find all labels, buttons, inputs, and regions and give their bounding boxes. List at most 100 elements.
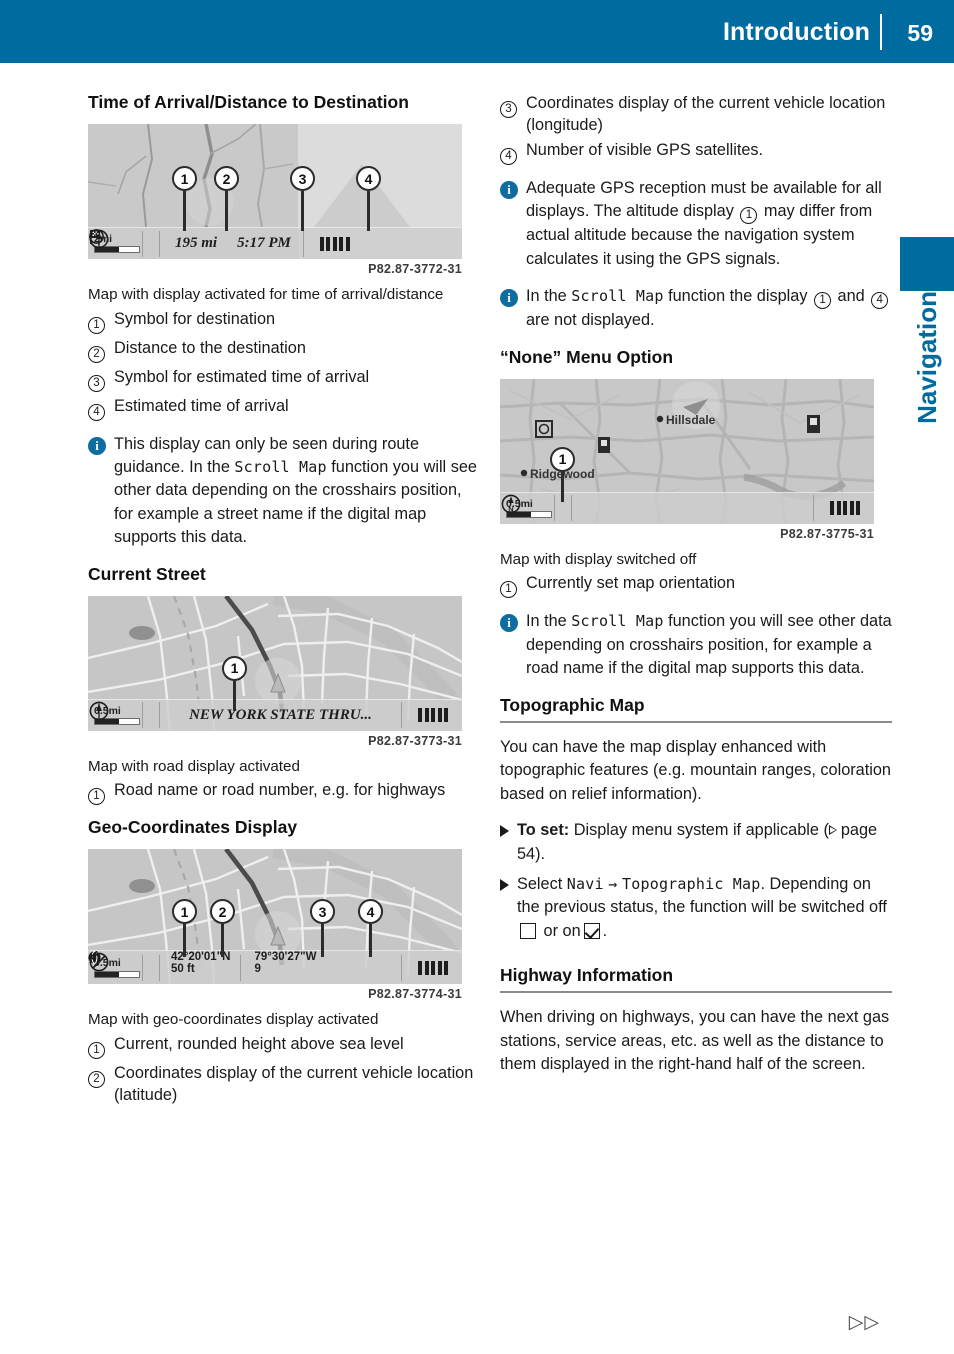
callout-number: 2 — [214, 166, 239, 191]
current-street-name: NEW YORK STATE THRU... — [189, 706, 372, 723]
action-select-topo: Select Navi → Topographic Map. Depending… — [500, 873, 892, 943]
note-scroll-map-hidden: i In the Scroll Map function the display… — [500, 285, 892, 332]
legend-number: 4 — [88, 403, 105, 421]
note-text: Adequate GPS reception must be available… — [526, 177, 892, 271]
mono-topographic-map: Topographic Map — [622, 874, 761, 893]
legend-text: Road name or road number, e.g. for highw… — [114, 781, 446, 800]
action-bold: To set: — [517, 821, 570, 840]
inline-circled-number: 4 — [871, 292, 889, 310]
callout-2: 2 — [214, 166, 239, 231]
body-topographic-map: You can have the map display enhanced wi… — [500, 737, 891, 803]
heading-none-menu-option: “None” Menu Option — [500, 346, 674, 367]
info-icon: i — [500, 614, 518, 633]
legend-geo-continued: 3 Coordinates display of the current vehi… — [500, 92, 892, 165]
right-column: 3 Coordinates display of the current vehi… — [500, 92, 892, 1090]
compass-disabled-icon — [89, 951, 157, 984]
caption-arrival: Map with display activated for time of a… — [88, 286, 444, 303]
action-text: To set: Display menu system if applicabl… — [517, 819, 892, 866]
map-place-hillsdale: Hillsdale — [666, 412, 716, 427]
status-divider — [302, 230, 304, 257]
caption-none: Map with display switched off — [500, 550, 697, 568]
map-image-geo: 0.5mi 42°20'01"N 50 ft 79°30'27"W 9 1 2 … — [88, 849, 462, 985]
legend-number: 3 — [500, 101, 517, 118]
legend-number: 2 — [88, 345, 105, 363]
figure-code-arrival: P82.87-3772-31 — [368, 262, 462, 276]
latitude-icons — [88, 951, 171, 984]
mono-scroll-map: Scroll Map — [571, 612, 664, 631]
legend-item: 1 Current, rounded height above sea level — [88, 1033, 480, 1059]
page-ref-icon — [828, 825, 837, 836]
figure-geo-coordinates: 0.5mi 42°20'01"N 50 ft 79°30'27"W 9 1 2 … — [88, 849, 480, 1001]
distance-to-destination: 195 mi — [175, 235, 218, 251]
gps-signal-icon — [404, 700, 462, 731]
note-part-3: and — [833, 287, 870, 306]
checkbox-on-icon — [583, 922, 600, 939]
status-divider — [401, 702, 402, 729]
chapter-tab-text: Navigation — [911, 291, 942, 424]
note-part-1: In the — [526, 287, 572, 306]
map-image-street: 0.5mi NEW YORK STATE THRU... 1 — [88, 595, 462, 731]
legend-item: 2 Coordinates display of the current vehi… — [88, 1062, 480, 1106]
callout-number: 2 — [210, 899, 235, 925]
action-bullet-icon — [500, 825, 509, 838]
info-icon: i — [500, 181, 518, 199]
callout-number: 1 — [172, 899, 197, 925]
figure-code-geo: P82.87-3774-31 — [368, 987, 462, 1002]
legend-item: 4 Estimated time of arrival — [88, 395, 480, 421]
status-divider — [159, 702, 160, 729]
satellite-icon — [88, 951, 99, 961]
chapter-tab-label: Navigation — [904, 291, 950, 521]
action-to-set: To set: Display menu system if applicabl… — [500, 819, 892, 866]
heading-highway-information: Highway Information — [500, 965, 892, 994]
action-mid: or on — [543, 921, 581, 940]
footer-nav-arrows[interactable]: ▷▷ — [849, 1311, 880, 1334]
callout-1: 1 — [550, 446, 575, 502]
status-divider — [240, 954, 242, 981]
legend-text: Number of visible GPS satellites. — [526, 141, 764, 159]
legend-text: Coordinates display of the current vehic… — [526, 94, 886, 134]
action-end: . — [602, 921, 608, 940]
callout-1: 1 — [172, 899, 197, 958]
action-bullet-icon — [500, 878, 509, 891]
legend-arrival: 1 Symbol for destination 2 Distance to the… — [88, 308, 480, 421]
legend-text: Currently set map orientation — [526, 574, 736, 593]
callout-number: 1 — [550, 446, 575, 472]
mono-scroll-map: Scroll Map — [571, 287, 664, 306]
legend-none: 1 Currently set map orientation — [500, 572, 892, 599]
callout-1: 1 — [222, 655, 247, 711]
gps-signal-icon — [306, 228, 350, 259]
destination-flag-icon — [90, 228, 175, 259]
action-lead: Select — [517, 874, 567, 893]
page-title: Introduction — [722, 18, 870, 46]
body-highway-information: When driving on highways, you can have t… — [500, 1008, 890, 1074]
compass-icon — [89, 700, 157, 731]
mono-scroll-map: Scroll Map — [234, 457, 327, 476]
checkbox-off-icon — [520, 922, 536, 939]
map-status-bar-arrival: 2mi 195 mi 5:17 PM — [88, 227, 462, 259]
header-divider — [880, 14, 882, 50]
callout-number: 3 — [290, 166, 315, 191]
estimated-arrival-time: 5:17 PM — [237, 235, 291, 251]
legend-text: Coordinates display of the current vehic… — [114, 1063, 474, 1104]
callout-1: 1 — [172, 166, 197, 231]
legend-number: 4 — [500, 148, 517, 165]
legend-number: 1 — [88, 788, 105, 806]
satellite-count: 9 — [254, 963, 261, 976]
legend-geo: 1 Current, rounded height above sea level… — [88, 1033, 480, 1106]
heading-time-of-arrival: Time of Arrival/Distance to Destination — [88, 92, 409, 112]
legend-item: 3 Coordinates display of the current vehi… — [500, 92, 892, 136]
callout-number: 3 — [310, 899, 335, 925]
callout-number: 1 — [222, 655, 247, 681]
status-divider — [142, 230, 143, 257]
longitude-value: 79°30'27"W — [254, 951, 317, 964]
legend-item: 3 Symbol for estimated time of arrival — [88, 366, 480, 392]
note-text: In the Scroll Map function the display 1… — [526, 285, 892, 332]
arrow-icon: → — [608, 874, 618, 893]
legend-item: 2 Distance to the destination — [88, 337, 480, 363]
action-part: Display menu system if applicable ( — [569, 821, 829, 840]
caption-geo: Map with geo-coordinates display activat… — [88, 1011, 379, 1029]
satellite-row: 9 — [88, 951, 261, 976]
page-header: Introduction 59 — [0, 0, 954, 63]
legend-number: 2 — [88, 1070, 105, 1088]
figure-code-street: P82.87-3773-31 — [368, 733, 462, 748]
